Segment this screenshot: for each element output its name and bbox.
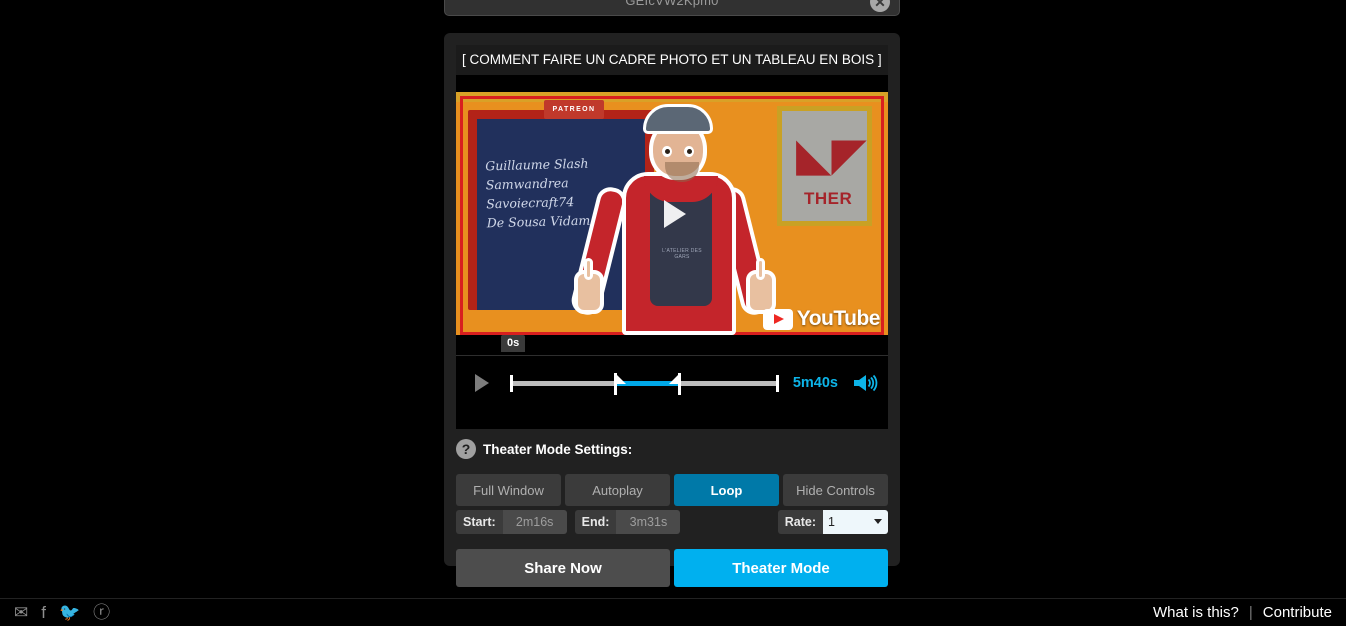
- seek-track-start-cap: [510, 374, 513, 392]
- reddit-icon[interactable]: ⓡ: [93, 604, 110, 621]
- toggle-hide-controls[interactable]: Hide Controls: [783, 474, 888, 506]
- time-range-row: Start: 2m16s End: 3m31s Rate: 1: [456, 510, 888, 534]
- email-icon[interactable]: ✉: [14, 604, 28, 621]
- footer-separator: |: [1248, 604, 1253, 621]
- settings-toggle-row: Full Window Autoplay Loop Hide Controls: [456, 474, 888, 506]
- volume-icon: [854, 374, 878, 391]
- current-time-badge: 0s: [501, 335, 526, 352]
- collapsed-video-panel[interactable]: GEIcVW2Kpm0 ✕: [444, 0, 900, 16]
- social-links: ✉ f 🐦 ⓡ: [14, 604, 110, 621]
- play-button[interactable]: [466, 367, 498, 399]
- rate-select[interactable]: 1: [823, 510, 888, 534]
- rate-label: Rate:: [777, 510, 823, 534]
- video-letterbox-top: [456, 75, 888, 92]
- end-field-group: End: 3m31s: [574, 510, 681, 534]
- rate-value: 1: [828, 515, 835, 529]
- seek-track-end-cap: [775, 374, 779, 392]
- seek-bar[interactable]: [510, 369, 779, 397]
- close-icon[interactable]: ✕: [870, 0, 890, 12]
- end-input[interactable]: 3m31s: [616, 510, 681, 534]
- play-icon: [664, 199, 686, 228]
- toggle-autoplay[interactable]: Autoplay: [565, 474, 670, 506]
- end-label: End:: [574, 510, 617, 534]
- volume-button[interactable]: [852, 372, 878, 394]
- toggle-full-window[interactable]: Full Window: [456, 474, 561, 506]
- player-controls-area: 0s 5m40s: [456, 335, 888, 429]
- range-end-handle[interactable]: [668, 372, 682, 395]
- duration-label: 5m40s: [792, 374, 838, 391]
- rate-field-group: Rate: 1: [777, 510, 888, 534]
- play-overlay-button[interactable]: [456, 92, 888, 335]
- video-title: [ COMMENT FAIRE UN CADRE PHOTO ET UN TAB…: [456, 45, 888, 75]
- theater-mode-button[interactable]: Theater Mode: [674, 549, 888, 587]
- video-share-card: [ COMMENT FAIRE UN CADRE PHOTO ET UN TAB…: [444, 33, 900, 587]
- start-label: Start:: [456, 510, 503, 534]
- twitter-icon[interactable]: 🐦: [59, 604, 80, 621]
- video-id-label: GEIcVW2Kpm0: [625, 0, 719, 8]
- chevron-down-icon: [874, 519, 882, 524]
- start-field-group: Start: 2m16s: [456, 510, 567, 534]
- range-start-handle[interactable]: [613, 372, 626, 395]
- footer: ✉ f 🐦 ⓡ What is this? | Contribute: [0, 598, 1346, 626]
- start-input[interactable]: 2m16s: [502, 510, 567, 534]
- video-player: [ COMMENT FAIRE UN CADRE PHOTO ET UN TAB…: [456, 45, 888, 429]
- action-row: Share Now Theater Mode: [456, 549, 888, 587]
- facebook-icon[interactable]: f: [41, 604, 46, 621]
- play-icon: [475, 373, 489, 392]
- settings-header: ? Theater Mode Settings:: [456, 439, 632, 459]
- page-root: GEIcVW2Kpm0 ✕ [ COMMENT FAIRE UN CADRE P…: [0, 0, 1346, 626]
- player-controls: 5m40s: [456, 355, 888, 409]
- contribute-link[interactable]: Contribute: [1263, 604, 1332, 621]
- what-is-this-link[interactable]: What is this?: [1153, 604, 1239, 621]
- footer-links: What is this? | Contribute: [1153, 604, 1332, 621]
- toggle-loop[interactable]: Loop: [674, 474, 779, 506]
- video-poster[interactable]: Guillaume Slash Samwandrea Savoiecraft74…: [456, 92, 888, 335]
- share-now-button[interactable]: Share Now: [456, 549, 670, 587]
- help-icon[interactable]: ?: [456, 439, 476, 459]
- settings-heading: Theater Mode Settings:: [483, 441, 633, 457]
